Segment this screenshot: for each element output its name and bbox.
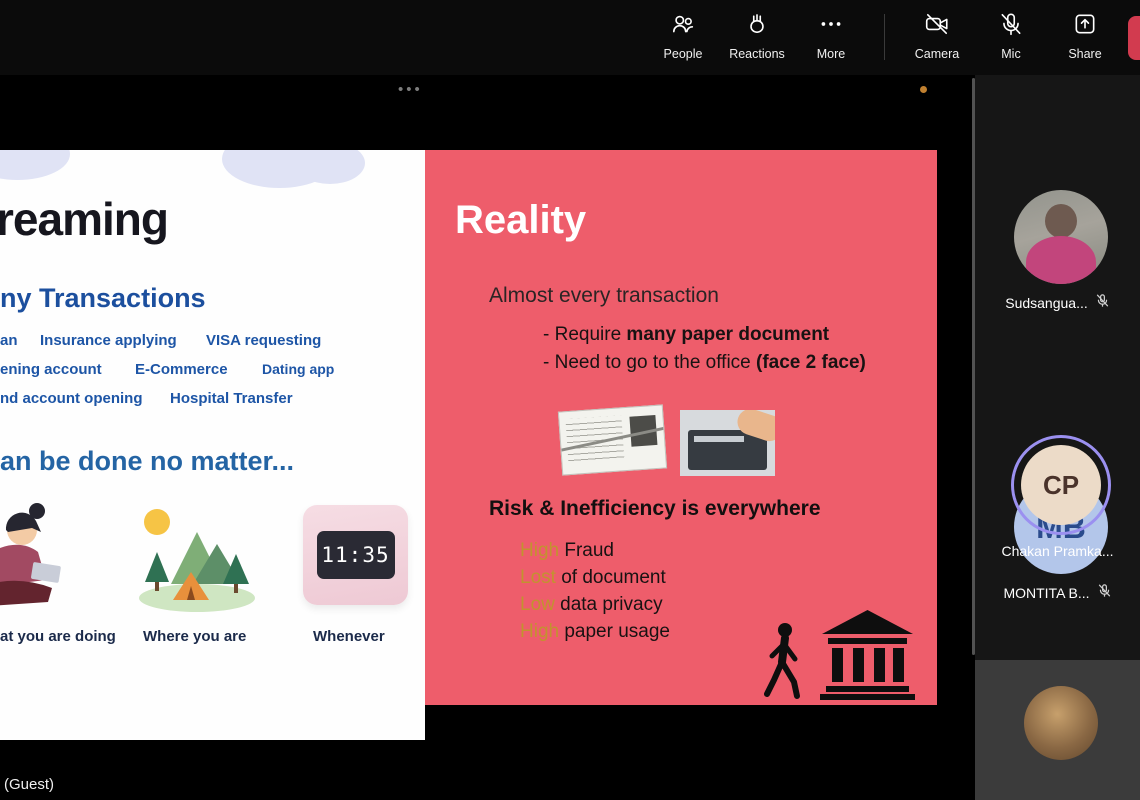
- caption-whenever: Whenever: [313, 628, 385, 645]
- reactions-button[interactable]: Reactions: [724, 11, 790, 61]
- tx-item: an: [0, 332, 18, 349]
- share-label: Share: [1068, 47, 1101, 61]
- more-button[interactable]: More: [798, 11, 864, 61]
- risk-item: High paper usage: [520, 618, 670, 645]
- presenter-guest-label: (Guest): [4, 776, 54, 793]
- mic-off-icon: [998, 11, 1024, 42]
- caption-where: Where you are: [143, 628, 246, 645]
- person-laptop-illustration: [0, 502, 76, 617]
- scanner-photo: [680, 410, 775, 476]
- nature-illustration: [135, 502, 260, 614]
- window-options-icon[interactable]: •••: [398, 81, 423, 98]
- people-label: People: [664, 47, 703, 61]
- shared-screen-stage: ••• reaming ny Transactions an Insurance…: [0, 75, 975, 800]
- leave-button[interactable]: [1128, 16, 1140, 60]
- bullet-item: - Require many paper document: [543, 322, 873, 347]
- participants-panel: Sudsangua... MB MONTITA B...: [975, 75, 1140, 800]
- walking-person-icon: [763, 622, 805, 700]
- risk-title: Risk & Inefficiency is everywhere: [489, 497, 821, 521]
- participant-name: MONTITA B...: [1003, 585, 1089, 601]
- bullet-item: - Need to go to the office (face 2 face): [543, 350, 873, 375]
- tx-item: nd account opening: [0, 390, 143, 407]
- slide-tagline: an be done no matter...: [0, 446, 294, 477]
- tx-item: Hospital Transfer: [170, 390, 293, 407]
- bank-icon: [820, 610, 915, 700]
- tx-item: VISA requesting: [206, 332, 321, 349]
- reality-intro: Almost every transaction: [489, 284, 719, 308]
- mic-muted-icon: [1097, 583, 1112, 603]
- document-photo: [558, 404, 667, 475]
- reality-bullet-list: - Require many paper document - Need to …: [543, 322, 873, 378]
- share-screen-icon: [1072, 11, 1098, 42]
- speaking-ring: CP: [1011, 435, 1111, 535]
- slide-left-panel: reaming ny Transactions an Insurance app…: [0, 150, 425, 740]
- caption-doing: at you are doing: [0, 628, 116, 645]
- risk-item: Low data privacy: [520, 591, 670, 618]
- participant-tile-chakan[interactable]: CP Chakan Pramka...: [975, 410, 1140, 560]
- reality-title: Reality: [455, 198, 586, 243]
- avatar-initials: CP: [1043, 470, 1079, 501]
- more-icon: [818, 11, 844, 42]
- participant-tile-partial[interactable]: [975, 660, 1140, 800]
- scanner-slot: [694, 436, 744, 442]
- participant-tile-sudsangua[interactable]: Sudsangua...: [975, 120, 1140, 265]
- participant-tile-montita[interactable]: MB MONTITA B...: [975, 265, 1140, 410]
- tx-item: E-Commerce: [135, 361, 228, 378]
- tx-item: ening account: [0, 361, 102, 378]
- tx-item: Dating app: [262, 361, 334, 377]
- mic-label: Mic: [1001, 47, 1020, 61]
- slide-title-left: reaming: [0, 192, 168, 246]
- toolbar-divider: [884, 14, 885, 60]
- camera-label: Camera: [915, 47, 959, 61]
- meeting-toolbar: People Reactions More: [0, 0, 1140, 75]
- clock-illustration: 11:35: [303, 505, 408, 605]
- risk-item: High Fraud: [520, 537, 670, 564]
- clock-time: 11:35: [321, 543, 389, 567]
- participant-name: Chakan Pramka...: [1001, 543, 1113, 559]
- slide-right-panel: Reality Almost every transaction - Requi…: [425, 150, 937, 705]
- avatar-head: [1045, 204, 1077, 238]
- orange-dot: [920, 86, 927, 93]
- transactions-row-1: an Insurance applying VISA requesting: [0, 332, 425, 352]
- cloud-decoration: [0, 150, 70, 180]
- slide-subtitle-left: ny Transactions: [0, 283, 206, 314]
- clock-display: 11:35: [317, 531, 395, 579]
- camera-off-icon: [924, 11, 950, 42]
- tx-item: Insurance applying: [40, 332, 177, 349]
- transactions-row-2: ening account E-Commerce Dating app: [0, 361, 425, 381]
- mic-button[interactable]: Mic: [978, 11, 1044, 61]
- risk-item: Lost of document: [520, 564, 670, 591]
- camera-button[interactable]: Camera: [904, 11, 970, 61]
- share-button[interactable]: Share: [1052, 11, 1118, 61]
- transactions-row-3: nd account opening Hospital Transfer: [0, 390, 425, 410]
- raised-hand-icon: [744, 11, 770, 42]
- more-label: More: [817, 47, 845, 61]
- people-button[interactable]: People: [650, 11, 716, 61]
- avatar: CP: [1021, 445, 1101, 525]
- reactions-label: Reactions: [729, 47, 785, 61]
- risk-list: High Fraud Lost of document Low data pri…: [520, 537, 670, 645]
- people-icon: [670, 11, 696, 42]
- participants-scrollbar[interactable]: [972, 78, 975, 655]
- avatar: [1024, 686, 1098, 760]
